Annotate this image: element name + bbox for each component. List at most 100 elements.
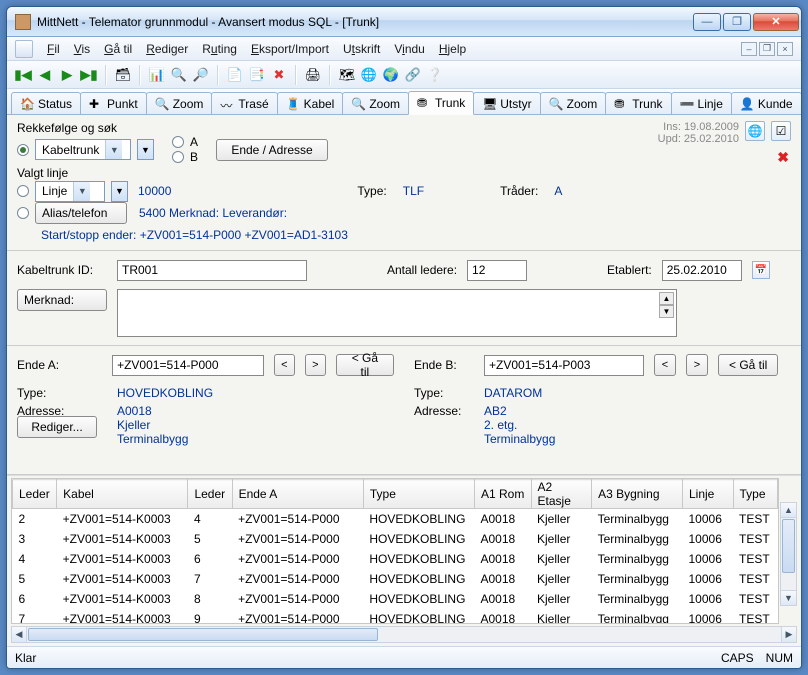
col-header[interactable]: A1 Rom <box>474 480 531 509</box>
zoom-in-icon[interactable]: 🔍 <box>169 65 189 85</box>
hscroll-thumb[interactable] <box>28 628 378 641</box>
ende-a-input[interactable]: +ZV001=514-P000 <box>112 355 264 376</box>
tab-kunde-11[interactable]: 👤Kunde <box>731 92 802 114</box>
link-icon[interactable]: 🔗 <box>403 65 423 85</box>
scroll-down-icon[interactable]: ▼ <box>781 590 796 605</box>
horizontal-scrollbar[interactable]: ◀ ▶ <box>11 626 797 643</box>
tab-utstyr-7[interactable]: 🖥Utstyr <box>473 92 540 114</box>
tab-zoom-5[interactable]: 🔍Zoom <box>342 92 409 114</box>
scroll-right-icon[interactable]: ▶ <box>781 627 796 642</box>
spin-down-icon[interactable]: ▼ <box>659 305 674 318</box>
nav-last-icon[interactable]: ▶▮ <box>79 65 99 85</box>
tab-trunk-9[interactable]: ⛃Trunk <box>605 92 671 114</box>
col-header[interactable]: Kabel <box>57 480 188 509</box>
menu-rediger[interactable]: Rediger <box>146 42 188 56</box>
table-row[interactable]: 2+ZV001=514-K00034+ZV001=514-P000HOVEDKO… <box>13 509 778 530</box>
table-row[interactable]: 4+ZV001=514-K00036+ZV001=514-P000HOVEDKO… <box>13 549 778 569</box>
alias-button[interactable]: Alias/telefon <box>35 202 127 224</box>
vertical-scrollbar[interactable]: ▲ ▼ <box>780 502 797 606</box>
check-small-icon[interactable]: ☑ <box>771 121 791 141</box>
copy-icon[interactable]: 📑 <box>247 65 267 85</box>
tab-kabel-4[interactable]: 🧵Kabel <box>277 92 344 114</box>
menu-hjelp[interactable]: Hjelp <box>439 42 466 56</box>
tab-punkt-1[interactable]: ✚Punkt <box>80 92 147 114</box>
print-icon[interactable]: 🖨 <box>303 65 323 85</box>
radio-b[interactable] <box>172 151 184 163</box>
ende-a-goto[interactable]: < Gå til <box>336 354 394 376</box>
titlebar[interactable]: MittNett - Telemator grunnmodul - Avanse… <box>7 7 801 37</box>
col-header[interactable]: A3 Bygning <box>592 480 683 509</box>
radio-alias[interactable] <box>17 207 29 219</box>
table-row[interactable]: 7+ZV001=514-K00039+ZV001=514-P000HOVEDKO… <box>13 609 778 624</box>
etablert-input[interactable]: 25.02.2010 <box>662 260 742 281</box>
maximize-button[interactable]: ❐ <box>723 13 751 31</box>
menu-utskrift[interactable]: Utskrift <box>343 42 380 56</box>
table-row[interactable]: 5+ZV001=514-K00037+ZV001=514-P000HOVEDKO… <box>13 569 778 589</box>
combo-kabeltrunk[interactable]: Kabeltrunk▼ <box>35 139 131 160</box>
nav-first-icon[interactable]: ▮◀ <box>13 65 33 85</box>
menu-vindu[interactable]: Vindu <box>394 42 425 56</box>
menu-vis[interactable]: Vis <box>74 42 90 56</box>
globe1-icon[interactable]: 🌐 <box>359 65 379 85</box>
kabeltrunk-id-input[interactable]: TR001 <box>117 260 307 281</box>
tab-trunk-6[interactable]: ⛃Trunk <box>408 91 474 115</box>
ende-a-next[interactable]: > <box>305 354 326 376</box>
zoom-out-icon[interactable]: 🔎 <box>191 65 211 85</box>
col-header[interactable]: Linje <box>683 480 734 509</box>
combo-linje-extra[interactable]: ▼ <box>111 181 128 202</box>
data-table[interactable]: LederKabelLederEnde ATypeA1 RomA2 Etasje… <box>12 479 778 624</box>
mdi-close[interactable]: × <box>777 42 793 56</box>
system-menu-icon[interactable] <box>15 40 33 58</box>
scroll-thumb[interactable] <box>782 519 795 573</box>
map-icon[interactable]: 🗺 <box>337 65 357 85</box>
mdi-minimize[interactable]: – <box>741 42 757 56</box>
menu-ruting[interactable]: Ruting <box>202 42 237 56</box>
col-header[interactable]: Type <box>733 480 778 509</box>
scroll-up-icon[interactable]: ▲ <box>781 503 796 518</box>
mdi-restore[interactable]: ❐ <box>759 42 775 56</box>
toolbar-btn-1[interactable]: 🗃 <box>113 65 133 85</box>
help-icon[interactable]: ❔ <box>425 65 445 85</box>
rediger-button[interactable]: Rediger... <box>17 416 97 438</box>
combo-linje[interactable]: Linje▼ <box>35 181 105 202</box>
tab-status-0[interactable]: 🏠Status <box>11 92 81 114</box>
minimize-button[interactable]: — <box>693 13 721 31</box>
col-header[interactable]: Type <box>363 480 474 509</box>
nav-prev-icon[interactable]: ◀ <box>35 65 55 85</box>
globe2-icon[interactable]: 🌍 <box>381 65 401 85</box>
table-row[interactable]: 6+ZV001=514-K00038+ZV001=514-P000HOVEDKO… <box>13 589 778 609</box>
scroll-left-icon[interactable]: ◀ <box>12 627 27 642</box>
delete-icon[interactable]: ✖ <box>269 65 289 85</box>
radio-kabeltrunk[interactable] <box>17 144 29 156</box>
table-row[interactable]: 3+ZV001=514-K00035+ZV001=514-P000HOVEDKO… <box>13 529 778 549</box>
col-header[interactable]: Leder <box>188 480 232 509</box>
ende-b-prev[interactable]: < <box>654 354 676 376</box>
antall-input[interactable]: 12 <box>467 260 527 281</box>
radio-a[interactable] <box>172 136 184 148</box>
tab-linje-10[interactable]: ➖Linje <box>671 92 732 114</box>
menu-fil[interactable]: Fil <box>47 42 60 56</box>
col-header[interactable]: Leder <box>13 480 57 509</box>
ende-b-next[interactable]: > <box>686 354 708 376</box>
tab-zoom-2[interactable]: 🔍Zoom <box>146 92 213 114</box>
col-header[interactable]: Ende A <box>232 480 363 509</box>
calendar-icon[interactable]: 📅 <box>752 261 770 279</box>
tab-zoom-8[interactable]: 🔍Zoom <box>540 92 607 114</box>
radio-linje[interactable] <box>17 185 29 197</box>
ende-adresse-button[interactable]: Ende / Adresse <box>216 139 328 161</box>
merknad-button[interactable]: Merknad: <box>17 289 107 311</box>
tab-trasé-3[interactable]: 〰Trasé <box>211 92 277 114</box>
menu-gatil[interactable]: Gå til <box>104 42 132 56</box>
combo-kabeltrunk-extra[interactable]: ▼ <box>137 139 154 160</box>
ende-a-prev[interactable]: < <box>274 354 295 376</box>
col-header[interactable]: A2 Etasje <box>531 480 592 509</box>
new-icon[interactable]: 📄 <box>225 65 245 85</box>
clear-icon[interactable]: ✖ <box>777 149 789 166</box>
menu-eksport[interactable]: Eksport/Import <box>251 42 329 56</box>
close-button[interactable]: ✕ <box>753 13 799 31</box>
nav-next-icon[interactable]: ▶ <box>57 65 77 85</box>
globe-small-icon[interactable]: 🌐 <box>745 121 765 141</box>
ende-b-input[interactable]: +ZV001=514-P003 <box>484 355 644 376</box>
toolbar-btn-2[interactable]: 📊 <box>147 65 167 85</box>
spin-up-icon[interactable]: ▲ <box>659 292 674 305</box>
